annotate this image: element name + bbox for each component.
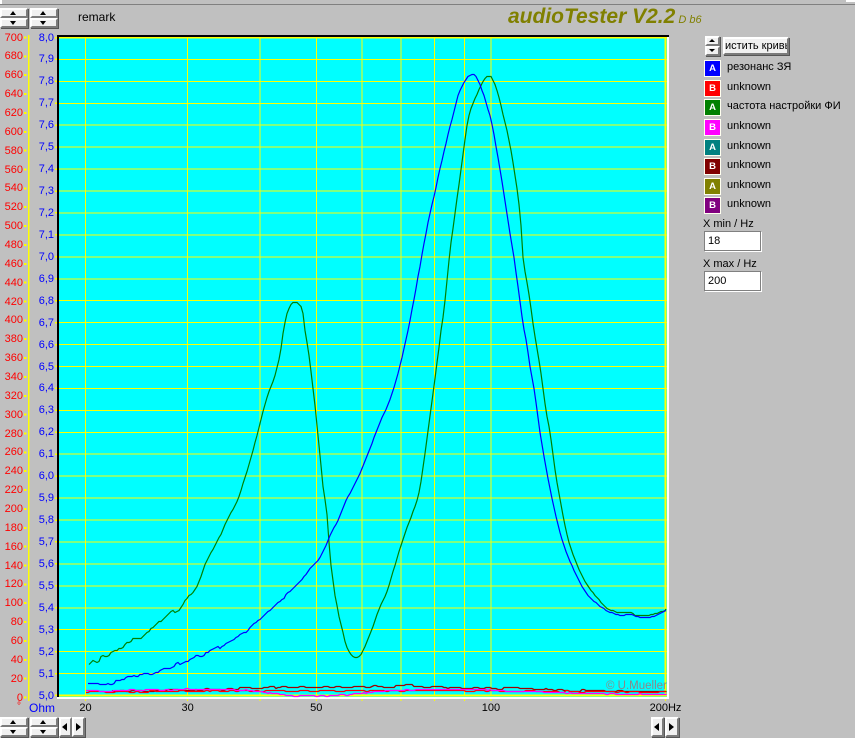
svg-text:© U.Mueller: © U.Mueller — [606, 680, 667, 692]
